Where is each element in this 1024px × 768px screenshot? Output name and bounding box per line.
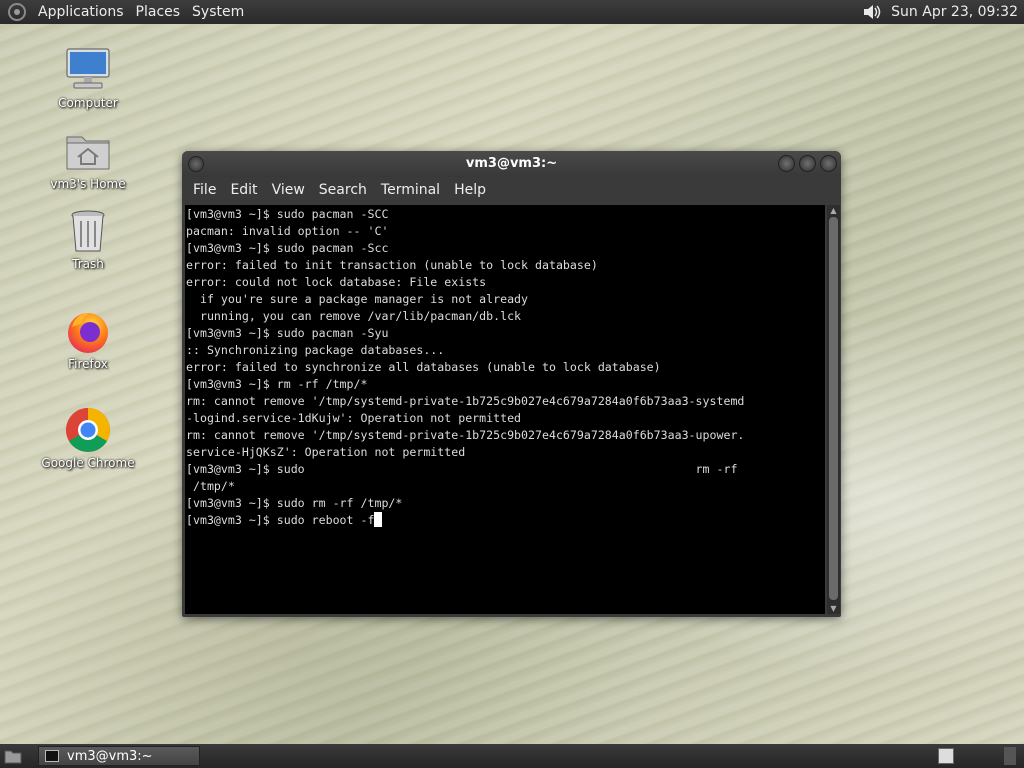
window-title: vm3@vm3:~ [465,156,558,171]
terminal-text: [vm3@vm3 ~]$ sudo pacman -SCC pacman: in… [185,205,825,529]
terminal-scrollbar[interactable]: ▲ ▼ [827,205,840,614]
menu-terminal[interactable]: Terminal [374,182,447,198]
minimize-button[interactable] [778,155,795,172]
show-desktop-icon[interactable] [4,748,22,764]
taskbar-item-terminal[interactable]: vm3@vm3:~ [38,746,200,766]
terminal-output[interactable]: [vm3@vm3 ~]$ sudo pacman -SCC pacman: in… [185,205,825,614]
terminal-line: rm: cannot remove '/tmp/systemd-private-… [186,394,745,408]
desktop-icon-label: Firefox [68,357,108,371]
terminal-line: if you're sure a package manager is not … [199,292,529,306]
terminal-line: pacman: invalid option -- 'C' [186,224,389,238]
taskbar-item-label: vm3@vm3:~ [67,748,153,764]
volume-icon[interactable] [861,2,883,22]
maximize-button[interactable] [799,155,816,172]
menu-system[interactable]: System [186,0,250,24]
chrome-icon [66,408,110,452]
workspace-switcher[interactable] [938,748,954,764]
terminal-line: service-HjQKsZ': Operation not permitted [186,445,466,459]
menu-places[interactable]: Places [130,0,187,24]
menu-search[interactable]: Search [312,182,374,198]
desktop-icon-label: vm3's Home [50,177,126,191]
firefox-icon [68,313,108,353]
terminal-line: :: Synchronizing package databases... [186,343,445,357]
home-folder-icon [66,136,110,170]
terminal-line: -logind.service-1dKujw': Operation not p… [186,411,522,425]
menu-file[interactable]: File [186,182,223,198]
terminal-line: [vm3@vm3 ~]$ sudo pacman -Scc [186,241,389,255]
trash-icon [71,210,105,252]
close-button[interactable] [820,155,837,172]
terminal-line: running, you can remove /var/lib/pacman/… [199,309,522,323]
terminal-line: error: could not lock database: File exi… [186,275,487,289]
terminal-line: [vm3@vm3 ~]$ sudo rm -rf [186,462,738,476]
terminal-line: [vm3@vm3 ~]$ sudo pacman -Syu [186,326,389,340]
terminal-line: [vm3@vm3 ~]$ sudo pacman -SCC [186,207,389,221]
desktop-icon-chrome[interactable]: Google Chrome [38,406,138,470]
window-menu-button[interactable] [188,156,204,172]
desktop-icon-computer[interactable]: Computer [38,46,138,110]
terminal-line: rm: cannot remove '/tmp/systemd-private-… [186,428,745,442]
menu-view[interactable]: View [265,182,312,198]
distro-logo-icon[interactable] [8,3,26,21]
desktop-icon-home[interactable]: vm3's Home [38,127,138,191]
top-panel: Applications Places System Sun Apr 23, 0… [0,0,1024,24]
terminal-window[interactable]: vm3@vm3:~ File Edit View Search Terminal… [182,151,841,617]
bottom-panel: vm3@vm3:~ [0,744,1024,768]
scroll-up-arrow-icon[interactable]: ▲ [829,206,838,215]
desktop-icon-trash[interactable]: Trash [38,207,138,271]
desktop-icon-label: Google Chrome [41,456,135,470]
desktop-icon-firefox[interactable]: Firefox [38,307,138,371]
terminal-line: error: failed to synchronize all databas… [186,360,661,374]
terminal-line: /tmp/* [192,479,235,493]
menu-edit[interactable]: Edit [223,182,264,198]
menu-help[interactable]: Help [447,182,493,198]
desktop-icon-label: Trash [72,257,104,271]
text-cursor [374,512,383,527]
desktop-icon-label: Computer [58,96,118,110]
terminal-current-input: [vm3@vm3 ~]$ sudo reboot -f [186,513,375,527]
menu-applications[interactable]: Applications [32,0,130,24]
panel-tray: Sun Apr 23, 09:32 [861,0,1024,24]
terminal-line: [vm3@vm3 ~]$ rm -rf /tmp/* [186,377,368,391]
terminal-line: error: failed to init transaction (unabl… [186,258,598,272]
panel-handle[interactable] [1004,747,1016,765]
clock[interactable]: Sun Apr 23, 09:32 [891,4,1024,20]
scrollbar-thumb[interactable] [829,217,838,600]
window-titlebar[interactable]: vm3@vm3:~ [182,151,841,177]
computer-icon [66,48,110,89]
terminal-line: [vm3@vm3 ~]$ sudo rm -rf /tmp/* [186,496,403,510]
terminal-menubar: File Edit View Search Terminal Help [182,177,841,203]
scroll-down-arrow-icon[interactable]: ▼ [829,604,838,613]
terminal-icon [45,750,59,762]
